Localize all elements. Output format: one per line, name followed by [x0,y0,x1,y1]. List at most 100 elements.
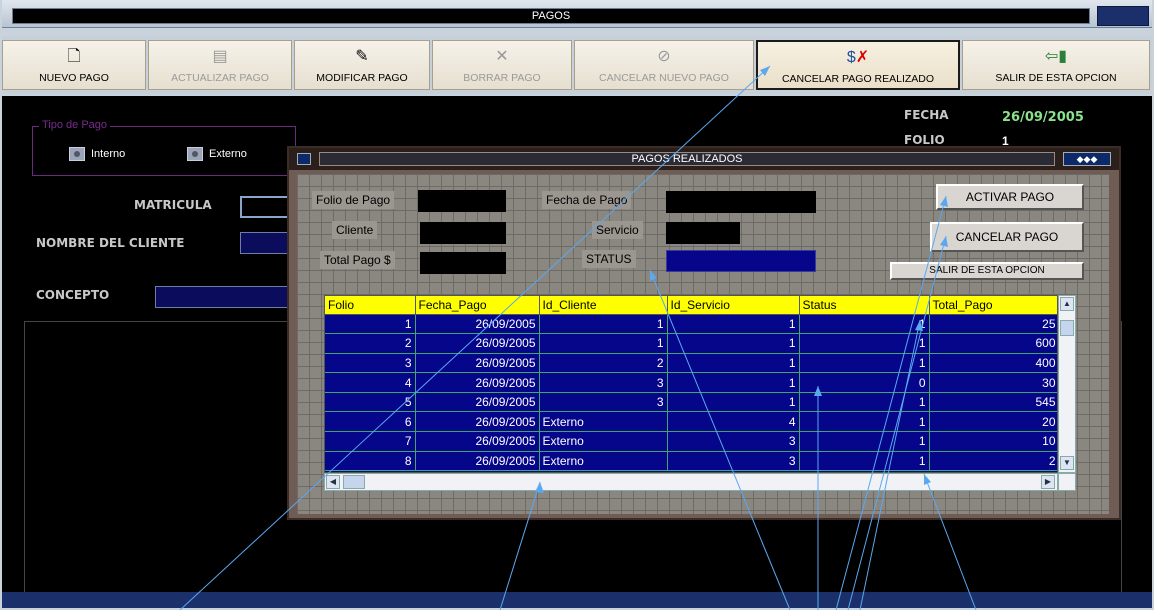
table-cell: 0 [799,372,930,393]
table-row[interactable]: 7 26/09/2005 Externo 3 1 10 [325,431,1057,452]
scroll-down-icon[interactable]: ▼ [1060,456,1074,470]
table-cell: Externo [539,451,668,472]
dialog-menu-icon[interactable] [297,153,311,165]
total-pago-field[interactable] [420,252,506,274]
vertical-scroll-thumb[interactable] [1060,320,1074,336]
cancelar-pago-button[interactable]: CANCELAR PAGO [930,222,1084,252]
table-cell: Externo [539,431,668,452]
horizontal-scroll-thumb[interactable] [343,475,365,489]
table-cell: 26/09/2005 [415,333,540,354]
toolbar: 🗋 NUEVO PAGO ▤ ACTUALIZAR PAGO ✎ MODIFIC… [2,36,1152,94]
nuevo-pago-button[interactable]: 🗋 NUEVO PAGO [2,40,146,90]
window-controls[interactable] [1097,6,1149,26]
servicio-label: Servicio [592,221,643,239]
table-cell: 1 [667,333,800,354]
dialog-title: PAGOS REALIZADOS [319,152,1055,166]
cancel-payment-icon: $✗ [846,49,870,66]
grid-column-header[interactable]: Fecha_Pago [415,296,540,315]
grid-column-header[interactable]: Status [799,296,930,315]
fecha-pago-field[interactable] [666,191,816,213]
cancelar-nuevo-pago-button[interactable]: ⊘ CANCELAR NUEVO PAGO [574,40,754,90]
actualizar-pago-button[interactable]: ▤ ACTUALIZAR PAGO [148,40,292,90]
table-row[interactable]: 8 26/09/2005 Externo 3 1 2 [325,451,1057,472]
table-cell: 3 [539,372,668,393]
grid-horizontal-scrollbar[interactable]: ◀ ▶ [324,473,1058,491]
dialog-title-bar: PAGOS REALIZADOS ◆◆◆ [289,148,1119,170]
table-cell: 26/09/2005 [415,431,540,452]
table-row[interactable]: 5 26/09/2005 3 1 1 545 [325,392,1057,413]
modificar-pago-button[interactable]: ✎ MODIFICAR PAGO [294,40,430,90]
cliente-field[interactable] [420,222,506,244]
scroll-right-icon[interactable]: ▶ [1041,475,1055,489]
table-cell: 3 [325,353,416,374]
concepto-label: CONCEPTO [36,288,110,302]
radio-externo[interactable]: Externo [187,147,247,161]
nombre-cliente-label: NOMBRE DEL CLIENTE [36,236,185,250]
grid-column-header[interactable]: Id_Cliente [539,296,668,315]
title-bar: PAGOS [2,0,1152,28]
table-row[interactable]: 2 26/09/2005 1 1 1 600 [325,333,1057,354]
table-cell: 2 [325,333,416,354]
status-label: STATUS [582,250,636,268]
right-panel-edge [1120,176,1134,316]
table-cell: 400 [929,353,1057,374]
table-cell: 7 [325,431,416,452]
grid-column-header[interactable]: Id_Servicio [667,296,800,315]
table-cell: 26/09/2005 [415,353,540,374]
table-cell: 1 [539,314,668,335]
folio-pago-label: Folio de Pago [312,191,395,209]
table-cell: 8 [325,451,416,472]
activar-pago-button[interactable]: ACTIVAR PAGO [936,184,1084,210]
fecha-value: 26/09/2005 [1002,110,1084,125]
table-row[interactable]: 1 26/09/2005 1 1 1 25 [325,314,1057,335]
table-cell: 25 [929,314,1057,335]
matricula-input[interactable] [240,196,290,218]
folio-label: FOLIO [904,135,945,145]
table-cell: 4 [325,372,416,393]
table-row[interactable]: 3 26/09/2005 2 1 1 400 [325,353,1057,374]
table-cell: 26/09/2005 [415,451,540,472]
borrar-pago-button[interactable]: ✕ BORRAR PAGO [432,40,572,90]
table-row[interactable]: 6 26/09/2005 Externo 4 1 20 [325,411,1057,433]
cancel-icon: ⊘ [657,48,671,65]
salir-dialog-button[interactable]: SALIR DE ESTA OPCION [890,262,1084,280]
table-cell: 5 [325,392,416,413]
concepto-input[interactable] [155,286,291,308]
scroll-left-icon[interactable]: ◀ [326,475,340,489]
status-bar [2,592,1152,608]
table-cell: 20 [929,411,1057,433]
fecha-label: FECHA [904,108,949,122]
table-cell: 1 [539,333,668,354]
delete-icon: ✕ [495,48,509,65]
edit-icon: ✎ [355,48,369,65]
window-title: PAGOS [12,8,1090,24]
grid-column-header[interactable]: Total_Pago [929,296,1057,315]
dialog-window-controls[interactable]: ◆◆◆ [1063,152,1111,166]
table-cell: 1 [667,353,800,374]
cancelar-pago-realizado-button[interactable]: $✗ CANCELAR PAGO REALIZADO [756,40,960,90]
table-cell: Externo [539,411,668,433]
folio-pago-field[interactable] [418,190,506,212]
tipo-pago-group: Tipo de Pago Interno Externo [32,119,296,176]
radio-icon [187,147,203,161]
table-cell: 2 [539,353,668,374]
table-row[interactable]: 4 26/09/2005 3 1 0 30 [325,372,1057,393]
pagos-grid[interactable]: Folio Fecha_Pago Id_Cliente Id_Servicio Stat… [324,295,1058,473]
table-cell: 10 [929,431,1057,452]
tipo-pago-legend: Tipo de Pago [39,119,111,131]
salir-de-esta-opcion-button[interactable]: ⇦▮ SALIR DE ESTA OPCION [962,40,1150,90]
radio-interno[interactable]: Interno [69,147,125,161]
app-window: PAGOS 🗋 NUEVO PAGO ▤ ACTUALIZAR PAGO ✎ M… [0,0,1154,610]
table-cell: 1 [799,392,930,413]
table-cell: 1 [799,353,930,374]
folio-value: 1 [1002,136,1009,146]
scroll-up-icon[interactable]: ▲ [1060,297,1074,311]
grid-vertical-scrollbar[interactable]: ▲ ▼ [1058,295,1076,473]
status-field[interactable] [666,250,816,272]
servicio-field[interactable] [666,222,740,244]
total-pago-label: Total Pago $ [320,251,395,269]
grid-column-header[interactable]: Folio [325,296,416,315]
table-cell: 1 [667,314,800,335]
radio-icon [69,147,85,161]
nombre-cliente-input[interactable] [240,232,290,254]
